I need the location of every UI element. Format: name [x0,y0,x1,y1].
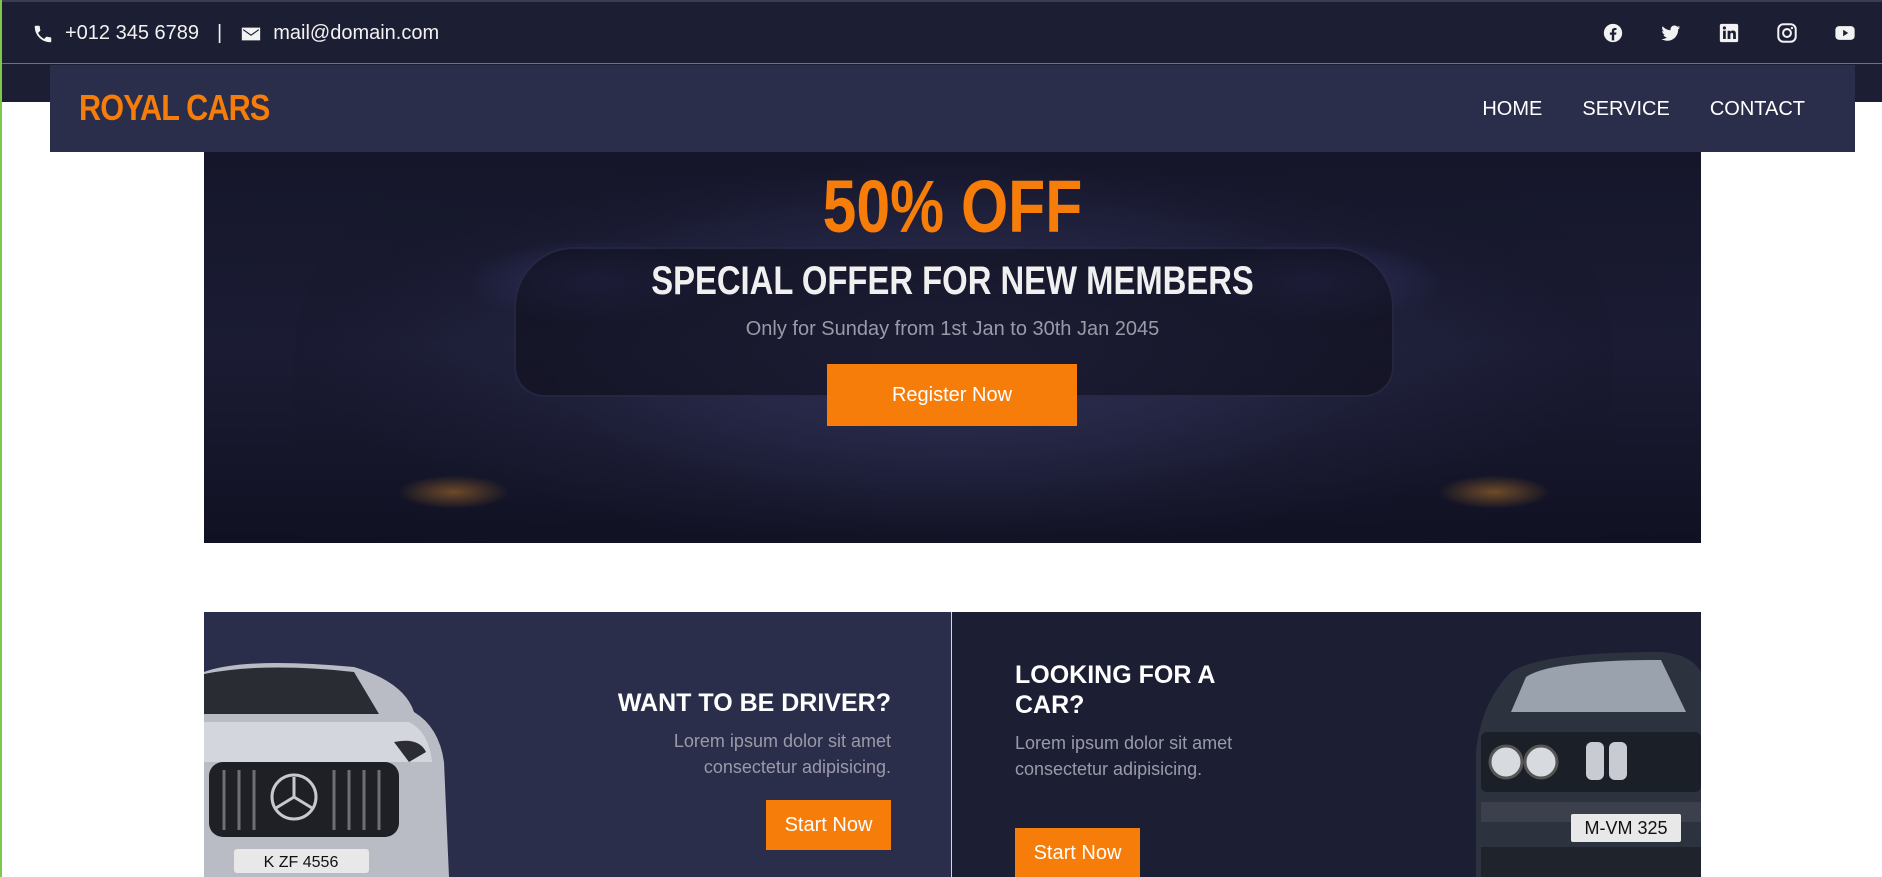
car-panel: LOOKING FOR A CAR? Lorem ipsum dolor sit… [952,612,1701,877]
brand-logo[interactable]: ROYAL CARS [79,87,270,129]
hero-description: Only for Sunday from 1st Jan to 30th Jan… [745,318,1160,340]
hero-banner: 50% OFF SPECIAL OFFER FOR NEW MEMBERS On… [204,152,1701,543]
facebook-icon[interactable] [1602,22,1624,44]
nav-service[interactable]: SERVICE [1582,98,1669,121]
left-plate-text: K ZF 4556 [264,854,339,871]
phone-icon [32,23,54,45]
driver-panel: K ZF 4556 WANT TO BE DRIVER? Lorem ipsum… [204,612,951,877]
top-bar: +012 345 6789 | mail@domain.com [2,0,1882,64]
nav-home[interactable]: HOME [1482,98,1542,121]
car-panel-title: LOOKING FOR A CAR? [1015,661,1215,719]
hero-subtitle: SPECIAL OFFER FOR NEW MEMBERS [651,259,1254,303]
linkedin-icon[interactable] [1718,22,1740,44]
mercedes-car-image: K ZF 4556 [204,652,449,877]
youtube-icon[interactable] [1834,22,1856,44]
car-panel-text: Lorem ipsum dolor sit amet consectetur a… [1015,733,1233,779]
contact-info: +012 345 6789 | mail@domain.com [32,22,439,45]
instagram-icon[interactable] [1776,22,1798,44]
social-links [1602,22,1856,44]
car-start-now-button[interactable]: Start Now [1015,828,1140,877]
twitter-icon[interactable] [1660,22,1682,44]
email-address[interactable]: mail@domain.com [273,22,439,45]
register-now-button[interactable]: Register Now [827,364,1077,426]
right-plate-text: M-VM 325 [1584,818,1667,838]
contact-separator: | [217,22,223,44]
nav-contact[interactable]: CONTACT [1710,98,1805,121]
bmw-car-image: M-VM 325 [1471,642,1701,877]
driver-panel-text: Lorem ipsum dolor sit amet consectetur a… [673,731,891,777]
phone-number[interactable]: +012 345 6789 [65,22,199,45]
driver-start-now-button[interactable]: Start Now [766,800,891,850]
driver-panel-title: WANT TO BE DRIVER? [617,689,891,717]
main-navbar: ROYAL CARS HOME SERVICE CONTACT [50,65,1855,152]
hero-offer-heading: 50% OFF [822,165,1083,248]
mail-icon [240,23,262,45]
nav-menu: HOME SERVICE CONTACT [1482,98,1805,121]
